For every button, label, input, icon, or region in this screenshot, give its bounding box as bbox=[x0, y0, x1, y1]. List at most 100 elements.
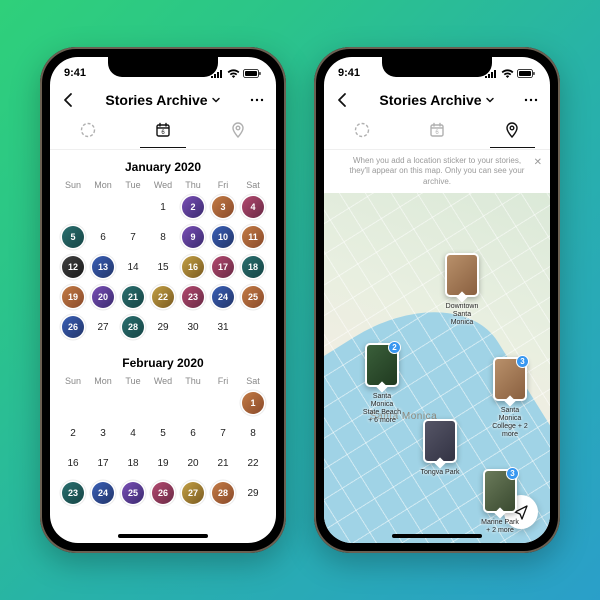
day-cell[interactable]: 27 bbox=[178, 480, 208, 506]
dow-row: SunMonTueWedThuFriSat bbox=[58, 180, 268, 190]
day-cell: 8 bbox=[238, 420, 268, 446]
day-cell: 16 bbox=[58, 450, 88, 476]
story-ring[interactable]: 4 bbox=[242, 196, 264, 218]
story-ring[interactable]: 26 bbox=[62, 316, 84, 338]
day-cell: 27 bbox=[88, 314, 118, 340]
close-icon[interactable]: ✕ bbox=[534, 156, 542, 169]
week-row: 1234 bbox=[58, 194, 268, 220]
header-title[interactable]: Stories Archive bbox=[105, 92, 220, 108]
day-cell[interactable]: 26 bbox=[148, 480, 178, 506]
story-ring[interactable]: 16 bbox=[182, 256, 204, 278]
tab-timeline[interactable] bbox=[50, 117, 125, 147]
day-cell[interactable]: 11 bbox=[238, 224, 268, 250]
tab-calendar[interactable]: 6 bbox=[399, 117, 474, 147]
day-cell[interactable]: 26 bbox=[58, 314, 88, 340]
story-ring[interactable]: 10 bbox=[212, 226, 234, 248]
story-ring[interactable]: 11 bbox=[242, 226, 264, 248]
day-cell[interactable]: 1 bbox=[238, 390, 268, 416]
day-cell[interactable]: 25 bbox=[238, 284, 268, 310]
calendar-content[interactable]: January 2020SunMonTueWedThuFriSat1234567… bbox=[50, 150, 276, 543]
story-ring[interactable]: 23 bbox=[62, 482, 84, 504]
day-cell[interactable]: 12 bbox=[58, 254, 88, 280]
map-pin[interactable]: 2Santa Monica State Beach + 6 more bbox=[362, 343, 402, 425]
week-row: 2345678 bbox=[58, 420, 268, 446]
story-ring[interactable]: 20 bbox=[92, 286, 114, 308]
story-ring[interactable]: 24 bbox=[92, 482, 114, 504]
day-cell bbox=[178, 390, 208, 416]
day-cell: 4 bbox=[118, 420, 148, 446]
tab-map[interactable] bbox=[475, 117, 550, 147]
map-pin[interactable]: 3Marine Park + 2 more bbox=[480, 469, 520, 535]
story-ring[interactable]: 23 bbox=[182, 286, 204, 308]
pin-thumbnail[interactable] bbox=[445, 253, 479, 297]
day-cell[interactable]: 18 bbox=[238, 254, 268, 280]
day-cell[interactable]: 24 bbox=[88, 480, 118, 506]
story-ring[interactable]: 28 bbox=[122, 316, 144, 338]
pin-thumbnail[interactable]: 3 bbox=[493, 357, 527, 401]
back-button[interactable] bbox=[60, 91, 78, 109]
day-cell[interactable]: 22 bbox=[148, 284, 178, 310]
day-cell[interactable]: 4 bbox=[238, 194, 268, 220]
day-cell: 1 bbox=[148, 194, 178, 220]
day-cell[interactable]: 23 bbox=[178, 284, 208, 310]
tab-map[interactable] bbox=[201, 117, 276, 147]
story-ring[interactable]: 18 bbox=[242, 256, 264, 278]
timeline-icon bbox=[353, 121, 371, 139]
day-cell[interactable]: 3 bbox=[208, 194, 238, 220]
day-cell[interactable]: 25 bbox=[118, 480, 148, 506]
story-ring[interactable]: 17 bbox=[212, 256, 234, 278]
day-cell[interactable]: 19 bbox=[58, 284, 88, 310]
day-cell[interactable]: 23 bbox=[58, 480, 88, 506]
tab-timeline[interactable] bbox=[324, 117, 399, 147]
story-ring[interactable]: 24 bbox=[212, 286, 234, 308]
map-pin[interactable]: 3Santa Monica College + 2 more bbox=[490, 357, 530, 439]
day-cell[interactable]: 24 bbox=[208, 284, 238, 310]
tab-bar: 6 bbox=[50, 117, 276, 150]
day-cell[interactable]: 28 bbox=[208, 480, 238, 506]
status-icons bbox=[210, 69, 262, 78]
story-ring[interactable]: 21 bbox=[122, 286, 144, 308]
story-ring[interactable]: 9 bbox=[182, 226, 204, 248]
map-canvas[interactable]: Santa Monica Downtown Santa Monica2Santa… bbox=[324, 193, 550, 543]
story-ring[interactable]: 5 bbox=[62, 226, 84, 248]
chevron-down-icon bbox=[485, 95, 495, 105]
day-cell[interactable]: 17 bbox=[208, 254, 238, 280]
story-ring[interactable]: 28 bbox=[212, 482, 234, 504]
day-cell[interactable]: 13 bbox=[88, 254, 118, 280]
day-cell[interactable]: 10 bbox=[208, 224, 238, 250]
day-cell[interactable]: 20 bbox=[88, 284, 118, 310]
map-pin[interactable]: Tongva Park bbox=[420, 419, 460, 477]
day-cell[interactable]: 9 bbox=[178, 224, 208, 250]
notch bbox=[382, 57, 492, 77]
pin-thumbnail[interactable]: 2 bbox=[365, 343, 399, 387]
day-cell: 7 bbox=[208, 420, 238, 446]
day-cell[interactable]: 2 bbox=[178, 194, 208, 220]
pin-thumbnail[interactable]: 3 bbox=[483, 469, 517, 513]
story-ring[interactable]: 25 bbox=[122, 482, 144, 504]
pin-thumbnail[interactable] bbox=[423, 419, 457, 463]
story-ring[interactable]: 25 bbox=[242, 286, 264, 308]
more-button[interactable] bbox=[522, 91, 540, 109]
day-cell[interactable]: 28 bbox=[118, 314, 148, 340]
day-cell[interactable]: 5 bbox=[58, 224, 88, 250]
calendar-icon: 6 bbox=[428, 121, 446, 139]
story-ring[interactable]: 19 bbox=[62, 286, 84, 308]
story-ring[interactable]: 1 bbox=[242, 392, 264, 414]
tab-calendar[interactable]: 6 bbox=[125, 117, 200, 147]
more-button[interactable] bbox=[248, 91, 266, 109]
week-row: 23242526272829 bbox=[58, 480, 268, 506]
day-cell[interactable]: 21 bbox=[118, 284, 148, 310]
story-ring[interactable]: 22 bbox=[152, 286, 174, 308]
story-ring[interactable]: 27 bbox=[182, 482, 204, 504]
story-ring[interactable]: 26 bbox=[152, 482, 174, 504]
header-title[interactable]: Stories Archive bbox=[379, 92, 494, 108]
home-indicator[interactable] bbox=[392, 534, 482, 538]
story-ring[interactable]: 2 bbox=[182, 196, 204, 218]
story-ring[interactable]: 3 bbox=[212, 196, 234, 218]
story-ring[interactable]: 12 bbox=[62, 256, 84, 278]
back-button[interactable] bbox=[334, 91, 352, 109]
map-pin[interactable]: Downtown Santa Monica bbox=[442, 253, 482, 327]
story-ring[interactable]: 13 bbox=[92, 256, 114, 278]
home-indicator[interactable] bbox=[118, 534, 208, 538]
day-cell[interactable]: 16 bbox=[178, 254, 208, 280]
